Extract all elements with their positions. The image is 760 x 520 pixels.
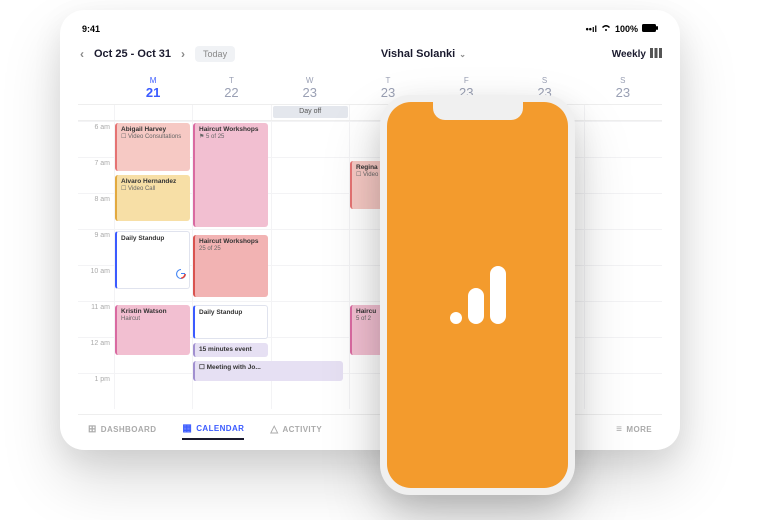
status-time: 9:41 <box>82 24 100 34</box>
view-selector[interactable]: Weekly <box>612 48 662 61</box>
calendar-event[interactable]: Kristin WatsonHaircut <box>115 305 190 355</box>
menu-icon: ≡ <box>616 424 622 435</box>
tab-calendar[interactable]: ▦CALENDAR <box>182 423 244 440</box>
time-label: 6 am <box>78 121 114 157</box>
chevron-down-icon: ⌄ <box>459 50 466 59</box>
calendar-event[interactable]: Abigail Harvey☐ Video Consultations <box>115 123 190 171</box>
tablet-device: 9:41 ••ıl 100% ‹ Oct 25 - Oct 31 › Today… <box>60 10 680 450</box>
prev-week-icon[interactable]: ‹ <box>78 47 86 61</box>
google-icon <box>176 269 186 281</box>
time-label: 9 am <box>78 229 114 265</box>
app-logo-icon <box>450 266 506 324</box>
day-header-wed[interactable]: W23 <box>271 72 349 104</box>
calendar-event[interactable]: 15 minutes event <box>193 343 268 357</box>
day-header-sun[interactable]: S23 <box>584 72 662 104</box>
allday-event[interactable]: Day off <box>273 106 348 118</box>
calendar-icon: ▦ <box>182 423 192 434</box>
today-button[interactable]: Today <box>195 46 235 62</box>
day-header-row: M21 T22 W23 T23 F23 S23 S23 <box>78 72 662 105</box>
calendar-event[interactable]: Haircut Workshops⚑ 5 of 25 <box>193 123 268 227</box>
time-label: 7 am <box>78 157 114 193</box>
phone-device <box>380 95 575 495</box>
tab-activity[interactable]: △ACTIVITY <box>270 423 322 440</box>
time-label: 8 am <box>78 193 114 229</box>
phone-screen <box>387 102 568 488</box>
person-name: Vishal Solanki <box>381 48 455 60</box>
day-header-tue[interactable]: T22 <box>192 72 270 104</box>
date-range[interactable]: Oct 25 - Oct 31 <box>94 48 171 60</box>
calendar-event[interactable]: Alvaro Hernandez☐ Video Call <box>115 175 190 221</box>
person-selector[interactable]: Vishal Solanki ⌄ <box>381 48 466 60</box>
battery-pct: 100% <box>615 24 638 34</box>
view-grid-icon <box>650 48 662 61</box>
time-label: 12 am <box>78 337 114 373</box>
time-label: 1 pm <box>78 373 114 409</box>
calendar-event[interactable]: Haircut Workshops25 of 25 <box>193 235 268 297</box>
calendar-event[interactable]: ☐ Meeting with Jo... <box>193 361 343 381</box>
top-nav: ‹ Oct 25 - Oct 31 › Today Vishal Solanki… <box>78 40 662 72</box>
tab-dashboard[interactable]: ⊞DASHBOARD <box>88 423 156 440</box>
tab-more[interactable]: ≡MORE <box>616 424 652 439</box>
signal-icon: ••ıl <box>586 24 597 34</box>
next-week-icon[interactable]: › <box>179 47 187 61</box>
time-label: 10 am <box>78 265 114 301</box>
battery-icon <box>642 24 658 34</box>
bell-icon: △ <box>270 424 278 435</box>
status-bar: 9:41 ••ıl 100% <box>78 24 662 40</box>
phone-notch <box>433 102 523 120</box>
dashboard-icon: ⊞ <box>88 424 97 435</box>
calendar-event[interactable]: Daily Standup <box>193 305 268 339</box>
wifi-icon <box>601 24 611 34</box>
view-label: Weekly <box>612 49 646 60</box>
day-header-mon[interactable]: M21 <box>114 72 192 104</box>
time-label: 11 am <box>78 301 114 337</box>
